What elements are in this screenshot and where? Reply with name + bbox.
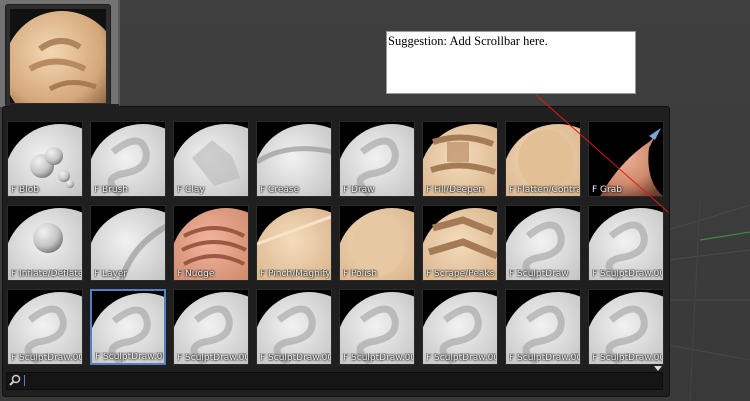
brush-tile[interactable]: F Draw: [339, 121, 415, 197]
brush-tile-label: F SculptDraw.004: [177, 353, 247, 363]
brush-tile[interactable]: F Pinch/Magnify: [256, 205, 332, 281]
brush-tile-label: F Scrape/Peaks: [426, 269, 495, 279]
brush-tile[interactable]: F Blob: [7, 121, 83, 197]
search-icon: [9, 374, 21, 386]
brush-tile[interactable]: F Brush: [90, 121, 166, 197]
brush-tile[interactable]: F SculptDraw.007: [422, 289, 498, 365]
suggestion-note-text: Suggestion: Add Scrollbar here.: [388, 34, 548, 48]
brush-tile-label: F Nudge: [177, 269, 215, 279]
panel-divider[interactable]: [118, 0, 120, 107]
brush-tile-label: F Layer: [94, 269, 128, 279]
brush-tile[interactable]: F Flatten/Contrast: [505, 121, 581, 197]
brush-tile-label: F SculptDraw.001: [592, 269, 662, 279]
brush-tile[interactable]: F SculptDraw: [505, 205, 581, 281]
brush-tile[interactable]: F SculptDraw.002: [7, 289, 83, 365]
brush-tile-label: F Draw: [343, 185, 375, 195]
popup-tab-label: [9, 104, 119, 118]
brush-tile-label: F SculptDraw: [509, 269, 569, 279]
brush-tile[interactable]: F Scrape/Peaks: [422, 205, 498, 281]
brush-tile-label: F SculptDraw.002: [11, 353, 81, 363]
brush-tile-label: F SculptDraw.003: [95, 352, 163, 362]
suggestion-note: Suggestion: Add Scrollbar here.: [386, 31, 636, 94]
brush-tile[interactable]: F Polish: [339, 205, 415, 281]
brush-tile-label: F SculptDraw.005: [260, 353, 330, 363]
brush-tile-label: F Clay: [177, 185, 205, 195]
brush-tile[interactable]: F SculptDraw.003: [90, 289, 166, 365]
active-brush-preview-button[interactable]: [5, 4, 111, 107]
brush-tile-label: F SculptDraw.007: [426, 353, 496, 363]
text-caret: [24, 375, 25, 386]
brush-tile-label: F Flatten/Contrast: [509, 185, 579, 195]
brush-tile-label: F SculptDraw.008: [509, 353, 579, 363]
brush-tile[interactable]: F Fill/Deepen: [422, 121, 498, 197]
brush-tile[interactable]: F Nudge: [173, 205, 249, 281]
brush-tile[interactable]: F Inflate/Deflate: [7, 205, 83, 281]
brush-search-input[interactable]: [6, 372, 663, 390]
brush-tile-label: F SculptDraw.009: [592, 353, 662, 363]
brush-tile[interactable]: F Crease: [256, 121, 332, 197]
brush-tile[interactable]: F SculptDraw.005: [256, 289, 332, 365]
brush-tile[interactable]: F Grab: [588, 121, 664, 197]
brush-tile[interactable]: F SculptDraw.004: [173, 289, 249, 365]
brush-grid: F Blob F Brush F Clay F Crease F Draw F Fill/…: [7, 121, 667, 383]
brush-tile[interactable]: F Layer: [90, 205, 166, 281]
brush-tile-label: F SculptDraw.006: [343, 353, 413, 363]
brush-tile-label: F Crease: [260, 185, 300, 195]
brush-tile-label: F Fill/Deepen: [426, 185, 485, 195]
brush-tile[interactable]: F SculptDraw.009: [588, 289, 664, 365]
brush-tile-label: F Blob: [11, 185, 39, 195]
brush-tile-label: F Pinch/Magnify: [260, 269, 330, 279]
brush-tile-label: F Brush: [94, 185, 129, 195]
brush-tile[interactable]: F Clay: [173, 121, 249, 197]
brush-tile-label: F Polish: [343, 269, 378, 279]
active-brush-sphere-icon: [10, 11, 106, 103]
brush-tile-label: F Grab: [592, 185, 622, 195]
brush-tile[interactable]: F SculptDraw.001: [588, 205, 664, 281]
active-brush-thumbnail: [10, 9, 106, 103]
scroll-down-arrow-icon[interactable]: [654, 366, 662, 371]
brush-tile[interactable]: F SculptDraw.008: [505, 289, 581, 365]
brush-selector-popup[interactable]: F Blob F Brush F Clay F Crease F Draw F Fill/…: [2, 104, 670, 397]
brush-tile-label: F Inflate/Deflate: [11, 269, 81, 279]
brush-tile[interactable]: F SculptDraw.006: [339, 289, 415, 365]
